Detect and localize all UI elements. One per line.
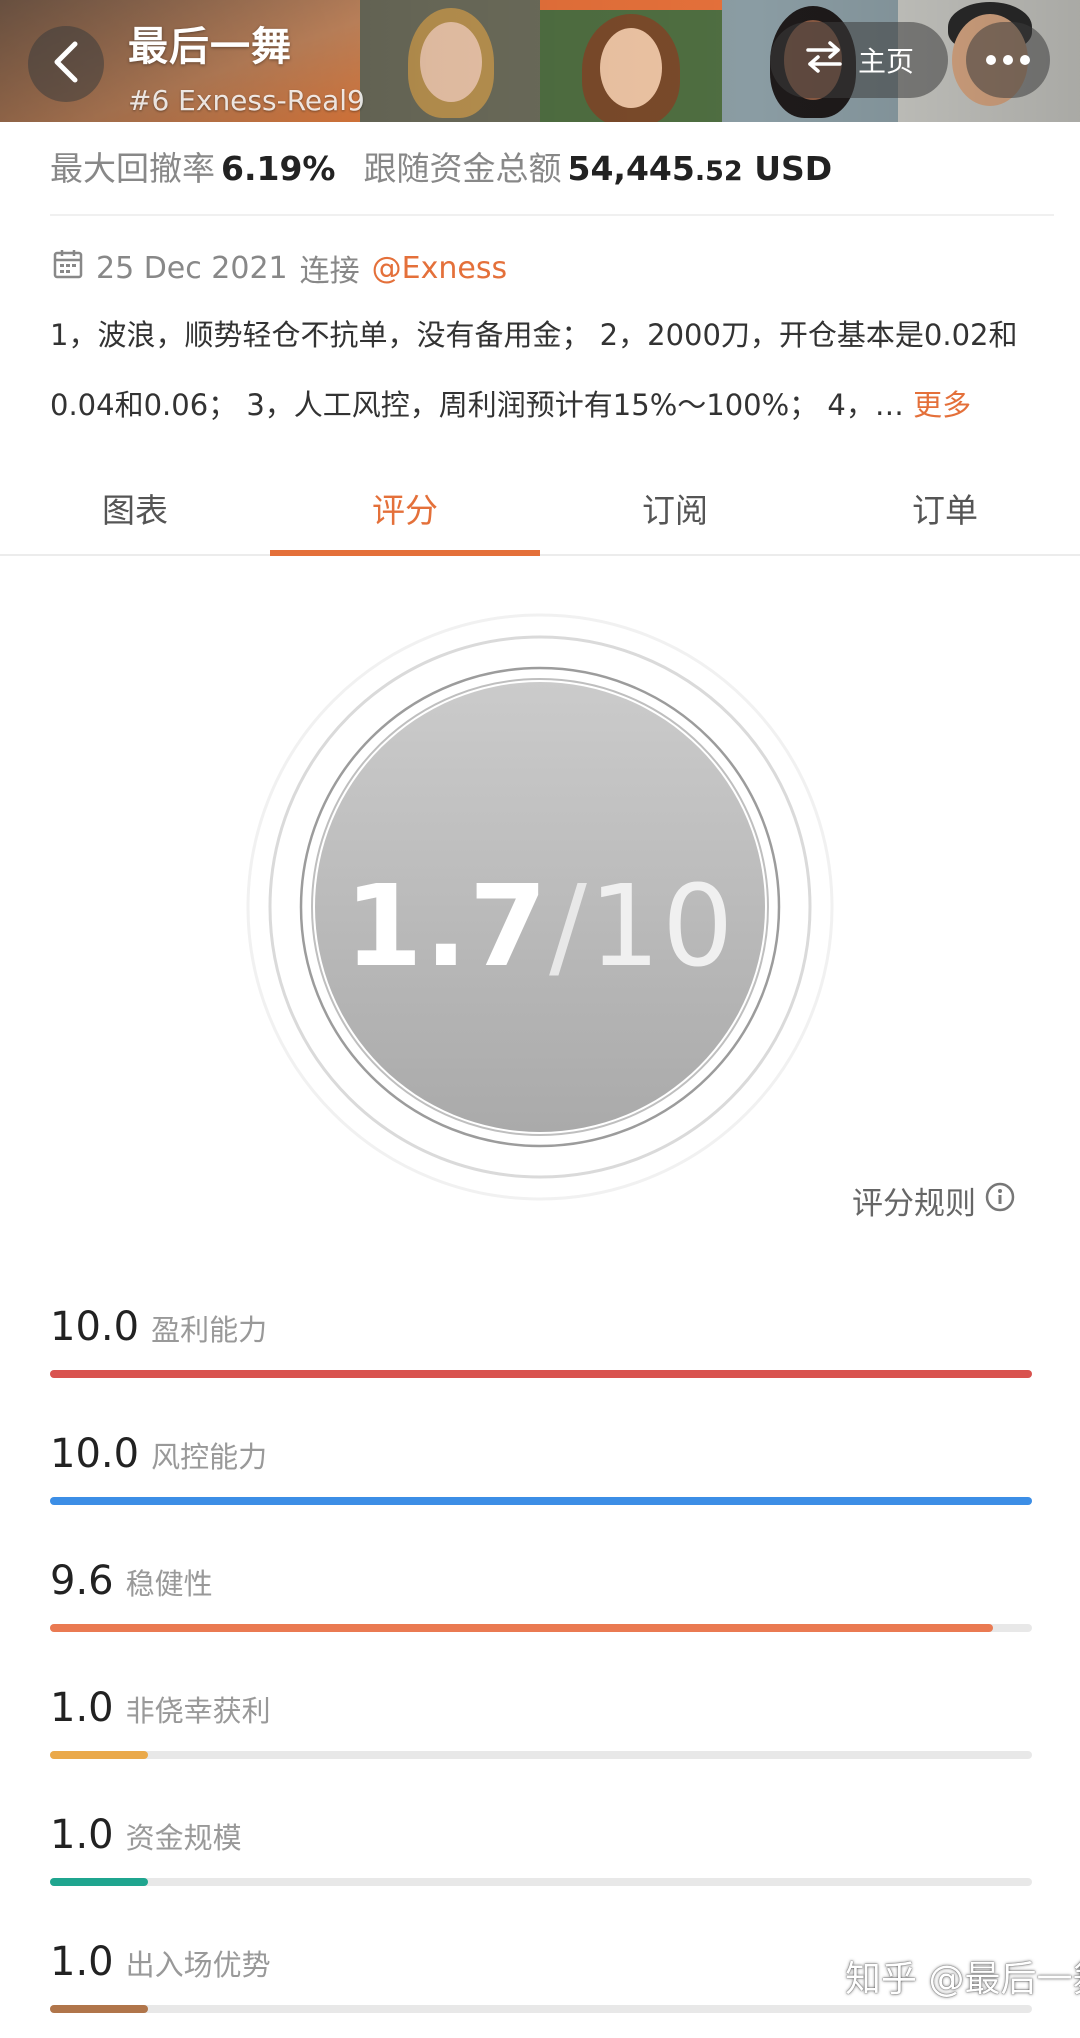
description-line: 1，波浪，顺势轻仓不抗单，没有备用金； 2，2000刀，开仓基本是0.02和 [50, 318, 1018, 352]
swap-icon [804, 40, 844, 81]
info-icon [984, 1181, 1016, 1221]
description-line: 0.04和0.06； 3，人工风控，周利润预计有15%～100%； 4，… 更多 [50, 388, 972, 422]
scoring-rules-link[interactable]: 评分规则 [852, 1178, 1016, 1223]
rules-label: 评分规则 [852, 1186, 976, 1222]
metric-item: 10.0 盈利能力 [50, 1304, 1032, 1378]
connect-label: 连接 [299, 254, 360, 289]
more-button[interactable] [966, 22, 1050, 98]
calendar-icon [52, 248, 84, 288]
metric-value: 1.0 [50, 1685, 114, 1731]
metric-item: 1.0 资金规模 [50, 1812, 1032, 1886]
page-title: 最后一舞 [128, 24, 292, 70]
strategy-description: 1，波浪，顺势轻仓不抗单，没有备用金； 2，2000刀，开仓基本是0.02和 0… [50, 300, 1050, 440]
chevron-left-icon [49, 40, 83, 88]
metric-bar-fill [50, 2005, 149, 2013]
stats-row: 最大回撤率 6.19% 跟随资金总额 54,445.52 USD [50, 142, 832, 190]
tab-score[interactable]: 评分 [270, 470, 540, 556]
metric-bar [50, 1878, 1032, 1886]
metric-bar [50, 1624, 1032, 1632]
score-value: 1.7/10 [344, 862, 736, 992]
metric-value: 1.0 [50, 1812, 114, 1858]
tab-chart[interactable]: 图表 [0, 470, 270, 554]
more-dot-icon [1003, 55, 1013, 65]
watermark: 知乎 @最后一舞 [845, 1959, 1080, 2000]
metric-label: 风控能力 [151, 1440, 268, 1474]
metric-item: 9.6 稳健性 [50, 1558, 1032, 1632]
broker-link[interactable]: @Exness [372, 251, 507, 286]
home-label: 主页 [857, 45, 914, 78]
meta-row: 25 Dec 2021 连接 @Exness [52, 246, 507, 290]
tab-subscribe[interactable]: 订阅 [540, 470, 810, 554]
metric-bar [50, 1497, 1032, 1505]
metric-value: 10.0 [50, 1431, 140, 1477]
tab-orders[interactable]: 订单 [810, 470, 1080, 554]
score-gauge: 1.7/10 [245, 612, 835, 1202]
drawdown-label: 最大回撤率 [50, 149, 215, 188]
metric-bar-fill [50, 1370, 1032, 1378]
title-block: 最后一舞 #6 Exness-Real9 [128, 14, 365, 117]
more-link[interactable]: 更多 [913, 388, 971, 422]
metric-bar [50, 2005, 1032, 2013]
metric-label: 出入场优势 [125, 1948, 271, 1982]
metric-bar-fill [50, 1624, 993, 1632]
more-dot-icon [1020, 55, 1030, 65]
connect-date: 25 Dec 2021 [96, 250, 288, 286]
tab-bar: 图表 评分 订阅 订单 [0, 470, 1080, 556]
metric-bar-fill [50, 1751, 149, 1759]
metric-label: 稳健性 [125, 1567, 213, 1601]
funds-value: 54,445.52 USD [567, 149, 833, 188]
metric-label: 盈利能力 [151, 1313, 268, 1347]
metric-value: 1.0 [50, 1939, 114, 1985]
metric-bar [50, 1751, 1032, 1759]
divider [50, 214, 1054, 216]
more-dot-icon [986, 55, 996, 65]
back-button[interactable] [28, 26, 104, 102]
drawdown-value: 6.19% [221, 149, 336, 188]
home-button[interactable]: 主页 [770, 22, 948, 98]
profile-header: 最后一舞 #6 Exness-Real9 主页 [0, 0, 1080, 122]
metric-bar-fill [50, 1497, 1032, 1505]
metric-item: 1.0 非侥幸获利 [50, 1685, 1032, 1759]
account-subtitle: #6 Exness-Real9 [128, 84, 365, 117]
metric-item: 10.0 风控能力 [50, 1431, 1032, 1505]
metric-value: 9.6 [50, 1558, 114, 1604]
metric-value: 10.0 [50, 1304, 140, 1350]
metric-label: 资金规模 [125, 1821, 242, 1855]
metric-label: 非侥幸获利 [125, 1694, 271, 1728]
metric-bar-fill [50, 1878, 149, 1886]
funds-label: 跟随资金总额 [363, 149, 562, 188]
metric-bar [50, 1370, 1032, 1378]
